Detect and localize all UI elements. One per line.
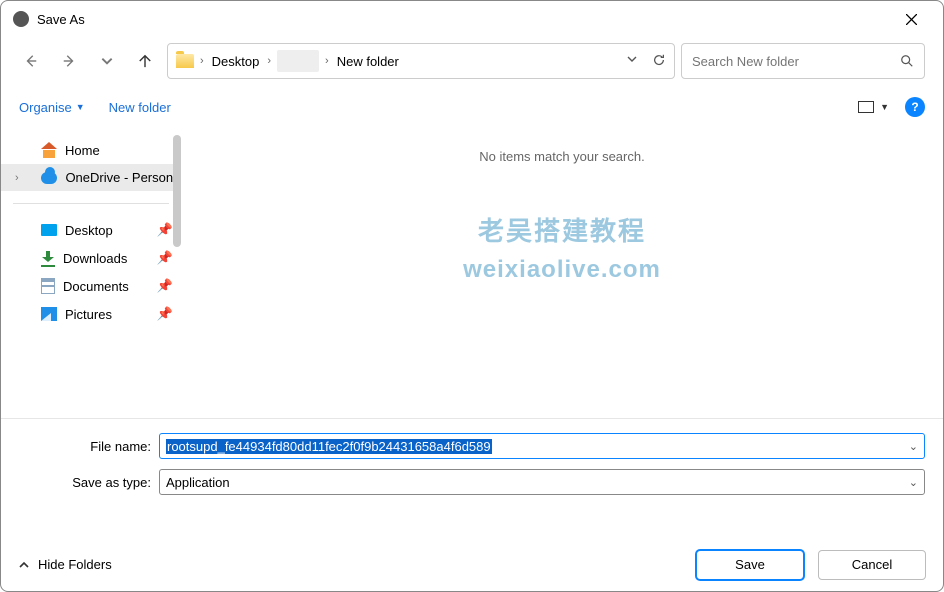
sidebar: Home › OneDrive - Personal Desktop 📌 Dow…	[1, 129, 181, 418]
organise-label: Organise	[19, 100, 72, 115]
hide-folders-button[interactable]: Hide Folders	[18, 557, 112, 572]
filename-input[interactable]: rootsupd_fe44934fd80dd11fec2f0f9b2443165…	[159, 433, 925, 459]
document-icon	[41, 278, 55, 294]
address-dropdown[interactable]	[626, 53, 638, 70]
view-menu[interactable]: ▼	[858, 101, 889, 113]
body-area: Home › OneDrive - Personal Desktop 📌 Dow…	[1, 129, 943, 419]
arrow-up-icon	[138, 54, 152, 68]
pin-icon: 📌	[157, 222, 173, 238]
filename-value: rootsupd_fe44934fd80dd11fec2f0f9b2443165…	[166, 439, 492, 454]
desktop-icon	[41, 224, 57, 236]
sidebar-separator	[13, 203, 169, 204]
sidebar-item-label: Home	[65, 143, 100, 158]
chevron-up-icon	[18, 559, 30, 571]
chevron-right-icon: ›	[200, 55, 204, 67]
sidebar-item-label: OneDrive - Personal	[65, 170, 173, 185]
chevron-right-icon[interactable]: ›	[15, 172, 19, 184]
form-area: File name: rootsupd_fe44934fd80dd11fec2f…	[1, 419, 943, 513]
titlebar: Save As	[1, 1, 943, 37]
nav-row: › Desktop › › New folder	[1, 37, 943, 85]
arrow-right-icon	[62, 54, 76, 68]
watermark: 老吴搭建教程 weixiaolive.com	[463, 211, 661, 284]
app-icon	[13, 11, 29, 27]
breadcrumb-newfolder[interactable]: New folder	[335, 52, 401, 71]
chevron-down-icon[interactable]: ⌄	[909, 476, 918, 489]
new-folder-button[interactable]: New folder	[109, 100, 171, 115]
close-icon	[906, 14, 917, 25]
watermark-line2: weixiaolive.com	[463, 256, 661, 284]
help-button[interactable]: ?	[905, 97, 925, 117]
sidebar-item-onedrive[interactable]: › OneDrive - Personal	[1, 164, 181, 191]
back-button[interactable]	[15, 45, 47, 77]
up-button[interactable]	[129, 45, 161, 77]
download-icon	[41, 251, 55, 265]
pin-icon: 📌	[157, 250, 173, 266]
caret-down-icon: ▼	[880, 102, 889, 112]
sidebar-item-label: Desktop	[65, 223, 113, 238]
watermark-line1: 老吴搭建教程	[463, 211, 661, 248]
saveastype-label: Save as type:	[19, 475, 159, 490]
breadcrumb-desktop[interactable]: Desktop	[210, 52, 262, 71]
save-button[interactable]: Save	[696, 550, 804, 580]
chevron-right-icon: ›	[325, 55, 329, 67]
search-box[interactable]	[681, 43, 925, 79]
filename-label: File name:	[19, 439, 159, 454]
saveastype-select[interactable]: Application ⌄	[159, 469, 925, 495]
caret-down-icon: ▼	[76, 102, 85, 112]
hide-folders-label: Hide Folders	[38, 557, 112, 572]
home-icon	[41, 144, 57, 158]
sidebar-item-label: Downloads	[63, 251, 127, 266]
sidebar-scrollbar[interactable]	[173, 135, 181, 247]
view-icon	[858, 101, 874, 113]
arrow-left-icon	[24, 54, 38, 68]
refresh-icon	[652, 53, 666, 67]
sidebar-item-documents[interactable]: Documents 📌	[1, 272, 181, 300]
folder-icon	[176, 54, 194, 68]
chevron-down-icon[interactable]: ⌄	[909, 440, 918, 453]
chevron-right-icon: ›	[267, 55, 271, 67]
empty-message: No items match your search.	[181, 129, 943, 164]
search-icon	[900, 54, 914, 68]
breadcrumb-obscured[interactable]	[277, 50, 319, 72]
search-input[interactable]	[692, 54, 900, 69]
sidebar-item-label: Pictures	[65, 307, 112, 322]
pin-icon: 📌	[157, 306, 173, 322]
organise-menu[interactable]: Organise ▼	[19, 100, 85, 115]
sidebar-item-label: Documents	[63, 279, 129, 294]
file-list-pane[interactable]: No items match your search. 老吴搭建教程 weixi…	[181, 129, 943, 418]
refresh-button[interactable]	[652, 53, 666, 70]
close-button[interactable]	[891, 4, 931, 34]
chevron-down-icon	[626, 53, 638, 65]
pin-icon: 📌	[157, 278, 173, 294]
pictures-icon	[41, 307, 57, 321]
cancel-button[interactable]: Cancel	[818, 550, 926, 580]
sidebar-item-pictures[interactable]: Pictures 📌	[1, 300, 181, 328]
recent-locations-button[interactable]	[91, 45, 123, 77]
footer: Hide Folders Save Cancel	[0, 536, 944, 592]
chevron-down-icon	[100, 54, 114, 68]
address-bar[interactable]: › Desktop › › New folder	[167, 43, 675, 79]
window-title: Save As	[37, 12, 85, 27]
command-row: Organise ▼ New folder ▼ ?	[1, 85, 943, 129]
sidebar-item-downloads[interactable]: Downloads 📌	[1, 244, 181, 272]
forward-button[interactable]	[53, 45, 85, 77]
saveastype-value: Application	[166, 475, 230, 490]
sidebar-item-home[interactable]: Home	[1, 137, 181, 164]
sidebar-item-desktop[interactable]: Desktop 📌	[1, 216, 181, 244]
cloud-icon	[41, 172, 57, 184]
